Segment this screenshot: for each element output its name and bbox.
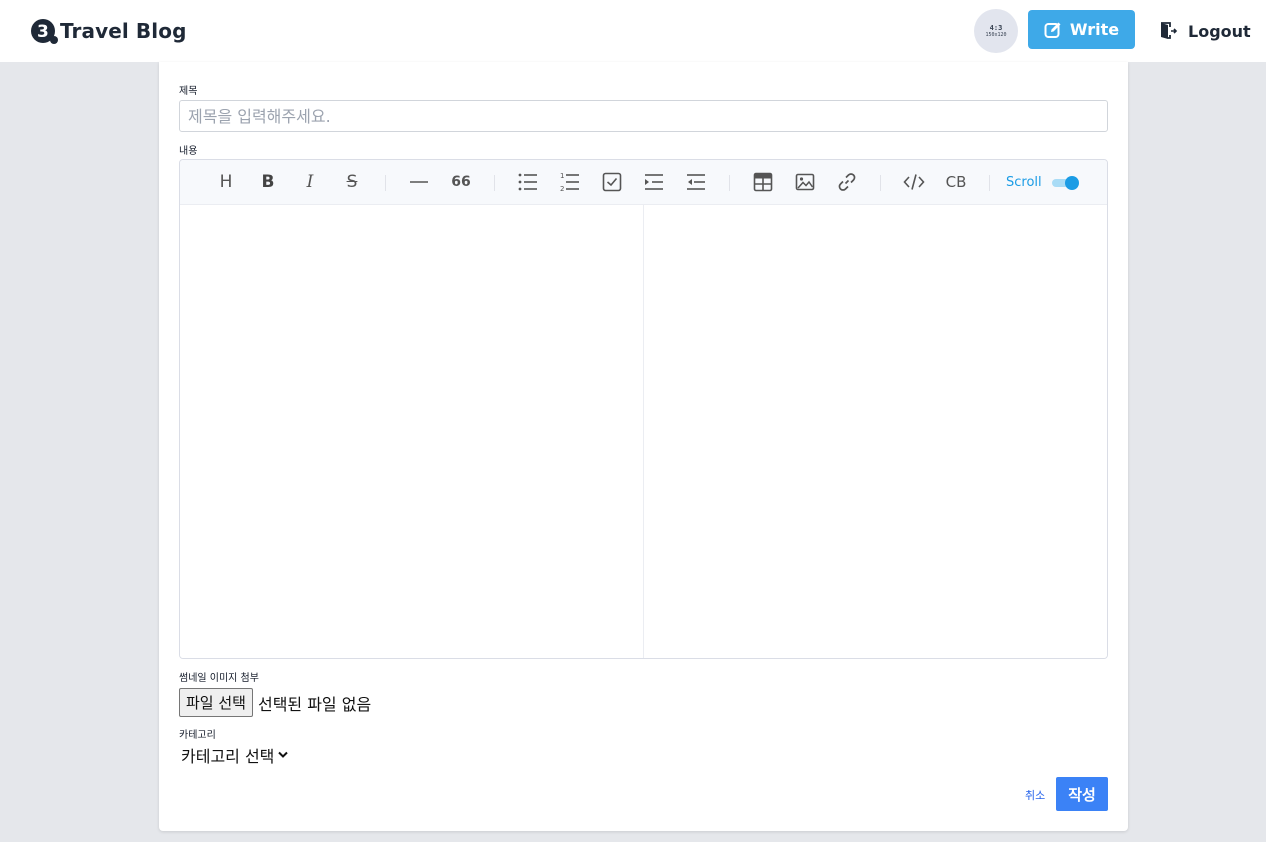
logout-button[interactable]: Logout bbox=[1158, 18, 1251, 44]
codeblock-icon[interactable]: CB bbox=[945, 171, 967, 193]
task-list-icon[interactable] bbox=[601, 171, 623, 193]
brand-logo-icon: 3 bbox=[30, 16, 60, 46]
content-label: 내용 bbox=[179, 146, 198, 157]
bullet-list-icon[interactable] bbox=[517, 171, 539, 193]
thumbnail-label: 썸네일 이미지 첨부 bbox=[179, 673, 259, 684]
chevron-down-icon bbox=[278, 751, 289, 758]
toggle-knob bbox=[1065, 176, 1079, 190]
svg-text:2: 2 bbox=[560, 185, 564, 192]
markdown-input-pane[interactable] bbox=[180, 205, 644, 658]
avatar-ratio-text: 4:3 bbox=[989, 24, 1003, 32]
category-label: 카테고리 bbox=[179, 730, 216, 741]
submit-button[interactable]: 작성 bbox=[1056, 777, 1108, 811]
top-header: 3 Travel Blog 4:3 150x120 Write Logout bbox=[0, 0, 1266, 62]
table-icon[interactable] bbox=[752, 171, 774, 193]
heading-icon[interactable]: H bbox=[215, 171, 237, 193]
quote-icon[interactable]: 66 bbox=[450, 171, 472, 193]
cancel-button[interactable]: 취소 bbox=[1025, 787, 1045, 803]
strike-icon[interactable]: S bbox=[341, 171, 363, 193]
markdown-editor: H B I S 66 12 CB Scroll bbox=[179, 159, 1108, 659]
brand-home-link[interactable]: 3 Travel Blog bbox=[30, 16, 186, 46]
ordered-list-icon[interactable]: 12 bbox=[559, 171, 581, 193]
svg-text:1: 1 bbox=[560, 172, 564, 180]
category-selected-value: 카테고리 선택 bbox=[181, 747, 275, 766]
avatar-size-text: 150x120 bbox=[985, 32, 1007, 38]
link-icon[interactable] bbox=[836, 171, 858, 193]
outdent-icon[interactable] bbox=[685, 171, 707, 193]
write-button-label: Write bbox=[1069, 20, 1120, 39]
hr-icon[interactable] bbox=[408, 171, 430, 193]
scroll-sync-label: Scroll bbox=[1006, 175, 1042, 190]
logout-icon bbox=[1161, 22, 1178, 39]
toolbar-divider bbox=[494, 175, 495, 191]
title-input[interactable] bbox=[179, 100, 1108, 132]
thumbnail-file-input: 파일 선택 선택된 파일 없음 bbox=[179, 688, 371, 717]
editor-toolbar: H B I S 66 12 CB Scroll bbox=[180, 160, 1107, 205]
toolbar-divider bbox=[729, 175, 730, 191]
code-icon[interactable] bbox=[903, 171, 925, 193]
brand-title: Travel Blog bbox=[60, 19, 187, 43]
indent-icon[interactable] bbox=[643, 171, 665, 193]
toolbar-divider bbox=[880, 175, 881, 191]
logout-button-label: Logout bbox=[1188, 21, 1251, 41]
bold-icon[interactable]: B bbox=[257, 171, 279, 193]
write-button[interactable]: Write bbox=[1028, 10, 1135, 49]
image-icon[interactable] bbox=[794, 171, 816, 193]
edit-icon bbox=[1044, 22, 1061, 38]
scroll-sync-toggle[interactable] bbox=[1052, 176, 1079, 190]
toolbar-divider bbox=[385, 175, 386, 191]
title-label: 제목 bbox=[179, 86, 198, 97]
user-avatar[interactable]: 4:3 150x120 bbox=[974, 9, 1018, 53]
file-select-button[interactable]: 파일 선택 bbox=[179, 688, 253, 717]
svg-text:3: 3 bbox=[37, 22, 49, 42]
toolbar-divider bbox=[989, 175, 990, 191]
post-editor-card: 제목 내용 H B I S 66 12 bbox=[159, 62, 1128, 831]
file-status-text: 선택된 파일 없음 bbox=[257, 694, 372, 714]
preview-pane bbox=[644, 205, 1107, 658]
italic-icon[interactable]: I bbox=[299, 171, 321, 193]
category-select[interactable]: 카테고리 선택 bbox=[181, 744, 289, 766]
